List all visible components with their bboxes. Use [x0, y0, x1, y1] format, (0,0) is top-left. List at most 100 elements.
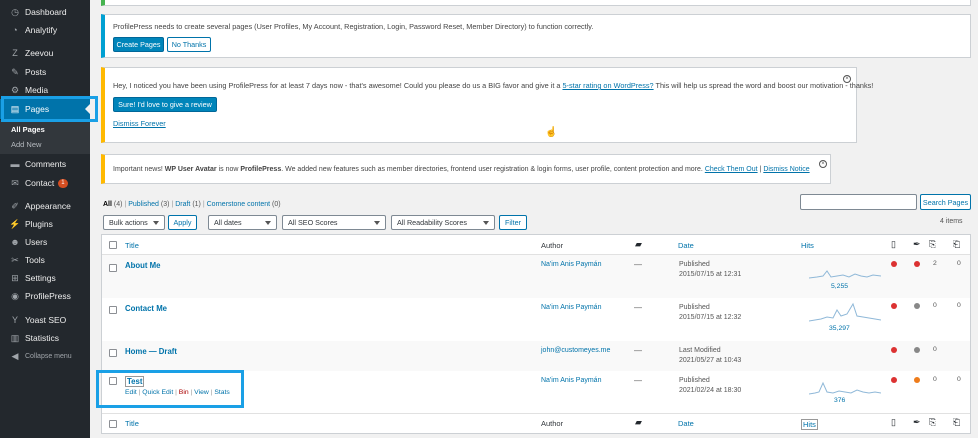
- author-link[interactable]: john@customeyes.me: [541, 347, 610, 354]
- outgoing-links-count: 0: [933, 302, 937, 309]
- outgoing-links-count: 2: [933, 260, 937, 267]
- search-pages-button[interactable]: Search Pages: [920, 194, 971, 210]
- statistics-icon: ▥: [10, 333, 20, 343]
- table-row: Home — Draft john@customeyes.me — Last M…: [102, 341, 970, 371]
- notification-badge: 1: [58, 178, 68, 188]
- close-icon[interactable]: ×: [819, 160, 827, 168]
- bulk-actions-select[interactable]: Bulk actions: [103, 215, 165, 230]
- table-header: Title Author ▰ Date Hits ▯ ✒ ⎘ ⎗: [102, 235, 970, 255]
- col-title[interactable]: Title: [125, 241, 139, 250]
- col-author: Author: [541, 241, 564, 250]
- row-checkbox[interactable]: [109, 264, 117, 272]
- avatar-notice-text: Important news! WP User Avatar is now Pr…: [113, 166, 810, 173]
- seo-score-icon: ▯: [891, 239, 896, 249]
- rating-link[interactable]: 5-star rating on WordPress?: [562, 81, 653, 90]
- zeevou-icon: Z: [12, 48, 18, 58]
- highlight-box-test-row: [96, 370, 244, 408]
- readability-score-icon: ✒: [913, 417, 921, 427]
- sidebar-item-yoast-seo[interactable]: Y Yoast SEO: [0, 311, 90, 329]
- admin-sidebar: ◷ Dashboard ◔ Analytify Z Zeevou ✎ Posts ⚙ Me…: [0, 0, 90, 438]
- submenu-all-pages[interactable]: All Pages: [0, 122, 90, 137]
- readability-dot: [914, 261, 920, 267]
- filter-published[interactable]: Published: [128, 201, 159, 208]
- sidebar-item-statistics[interactable]: ▥ Statistics: [0, 329, 90, 347]
- author-link[interactable]: Na'im Anis Paymán: [541, 304, 601, 311]
- comments-count: —: [634, 260, 642, 269]
- sidebar-item-dashboard[interactable]: ◷ Dashboard: [0, 3, 90, 21]
- status-filter-links: All (4) | Published (3) | Draft (1) | Co…: [103, 201, 281, 208]
- col-date[interactable]: Date: [678, 419, 694, 428]
- sidebar-item-plugins[interactable]: ⚡ Plugins: [0, 215, 90, 233]
- hits-count[interactable]: 376: [834, 397, 845, 404]
- dismiss-forever-link[interactable]: Dismiss Forever: [113, 119, 166, 128]
- dates-select[interactable]: All dates: [208, 215, 277, 230]
- sidebar-item-settings[interactable]: ⊞ Settings: [0, 269, 90, 287]
- outgoing-links-count: 0: [933, 376, 937, 383]
- give-review-button[interactable]: Sure! I'd love to give a review: [113, 97, 217, 112]
- sidebar-item-analytify[interactable]: ◔ Analytify: [0, 21, 90, 39]
- select-all-checkbox[interactable]: [109, 241, 117, 249]
- search-pages-input[interactable]: [800, 194, 917, 210]
- row-checkbox[interactable]: [109, 349, 117, 357]
- col-hits[interactable]: Hits: [801, 241, 814, 250]
- yoast-icon: Y: [11, 315, 18, 325]
- seo-score-dot: [891, 377, 897, 383]
- hits-sparkline: [809, 270, 881, 279]
- close-icon[interactable]: ×: [843, 75, 851, 83]
- notice-top-edge: [101, 0, 971, 6]
- date-cell: Published 2015/07/15 at 12:32: [679, 304, 742, 321]
- dismiss-notice-link[interactable]: Dismiss Notice: [763, 166, 809, 173]
- sidebar-item-contact[interactable]: ✉ Contact 1: [0, 174, 90, 192]
- review-notice-text: Hey, I noticed you have been using Profi…: [113, 81, 874, 90]
- no-thanks-button[interactable]: No Thanks: [167, 37, 211, 52]
- page-title-link[interactable]: About Me: [125, 261, 161, 270]
- col-date[interactable]: Date: [678, 241, 694, 250]
- sidebar-item-comments[interactable]: ▬ Comments: [0, 155, 90, 173]
- outgoing-links-icon: ⎘: [929, 417, 937, 427]
- author-link[interactable]: Na'im Anis Paymán: [541, 377, 601, 384]
- col-title[interactable]: Title: [125, 419, 139, 428]
- sidebar-item-appearance[interactable]: ✐ Appearance: [0, 197, 90, 215]
- filter-cornerstone[interactable]: Cornerstone content: [207, 201, 270, 208]
- pages-submenu: All Pages Add New: [0, 120, 90, 154]
- hits-count[interactable]: 5,255: [831, 283, 848, 290]
- create-pages-button[interactable]: Create Pages: [113, 37, 164, 52]
- page-title-link[interactable]: Home — Draft: [125, 347, 177, 356]
- seo-score-icon: ▯: [891, 417, 896, 427]
- table-row: Contact Me Na'im Anis Paymán — Published…: [102, 298, 970, 341]
- sidebar-item-profilepress[interactable]: ◉ ProfilePress: [0, 287, 90, 305]
- table-footer: Title Author ▰ Date Hits ▯ ✒ ⎘ ⎗: [102, 413, 970, 433]
- author-link[interactable]: Na'im Anis Paymán: [541, 261, 601, 268]
- incoming-links-count: 0: [957, 260, 961, 267]
- select-all-checkbox[interactable]: [109, 420, 117, 428]
- collapse-menu-button[interactable]: ◀ Collapse menu: [0, 347, 90, 365]
- sidebar-item-posts[interactable]: ✎ Posts: [0, 63, 90, 81]
- comments-count: —: [634, 303, 642, 312]
- readability-select[interactable]: All Readability Scores: [391, 215, 495, 230]
- filter-all[interactable]: All: [103, 201, 112, 208]
- submenu-add-new[interactable]: Add New: [0, 137, 90, 152]
- col-hits[interactable]: Hits: [801, 419, 818, 430]
- comments-count: —: [634, 346, 642, 355]
- check-them-out-link[interactable]: Check Them Out: [705, 166, 758, 173]
- brush-icon: ✐: [11, 201, 19, 211]
- filter-button[interactable]: Filter: [499, 215, 527, 230]
- review-notice: Hey, I noticed you have been using Profi…: [101, 67, 874, 143]
- row-checkbox[interactable]: [109, 306, 117, 314]
- page-title-link[interactable]: Contact Me: [125, 304, 167, 313]
- incoming-links-count: 0: [957, 302, 961, 309]
- sidebar-item-users[interactable]: ☻ Users: [0, 233, 90, 251]
- apply-button[interactable]: Apply: [168, 215, 197, 230]
- highlight-box-pages: [1, 96, 98, 122]
- sidebar-item-zeevou[interactable]: Z Zeevou: [0, 44, 90, 62]
- incoming-links-icon: ⎗: [953, 239, 961, 249]
- sidebar-item-tools[interactable]: ✂ Tools: [0, 251, 90, 269]
- filter-draft[interactable]: Draft: [175, 201, 190, 208]
- outgoing-links-count: 0: [933, 346, 937, 353]
- hits-count[interactable]: 35,297: [829, 325, 850, 332]
- dashboard-icon: ◷: [11, 7, 19, 17]
- notice-text: ProfilePress needs to create several pag…: [113, 22, 594, 31]
- seo-scores-select[interactable]: All SEO Scores: [282, 215, 386, 230]
- seo-score-dot: [891, 261, 897, 267]
- hits-sparkline: [809, 381, 881, 395]
